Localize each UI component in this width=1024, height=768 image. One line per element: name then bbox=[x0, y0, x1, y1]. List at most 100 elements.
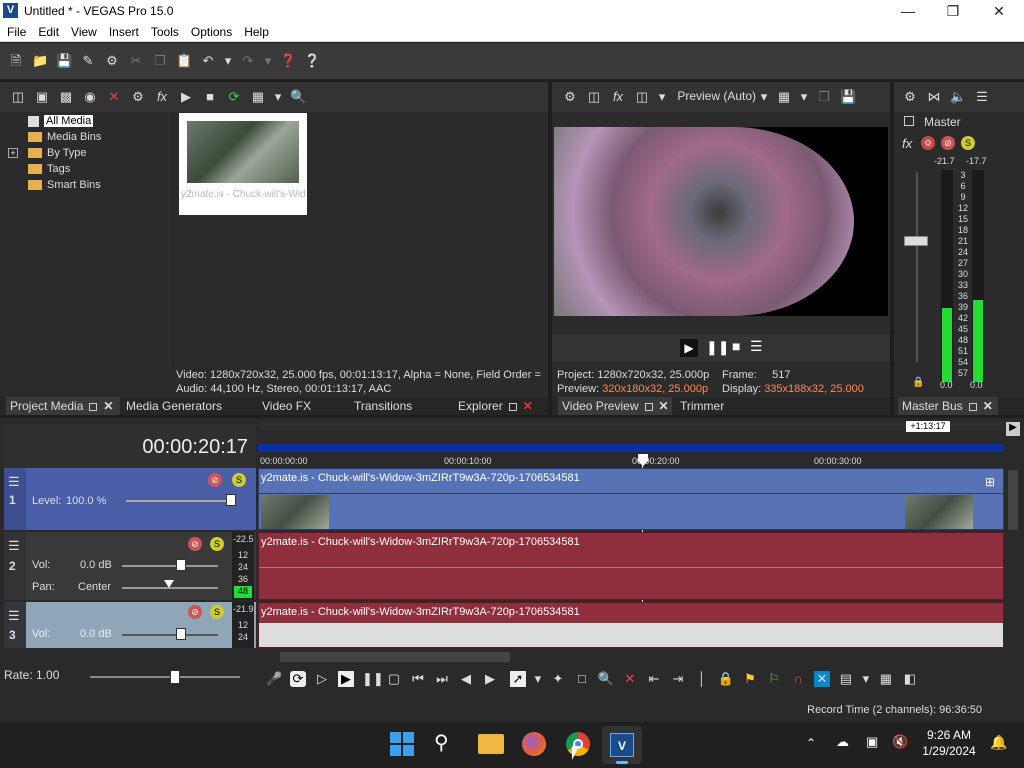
play-icon[interactable]: ▶ bbox=[338, 671, 354, 688]
track-menu-icon[interactable]: ☰ bbox=[8, 608, 20, 624]
vol-slider-thumb[interactable] bbox=[176, 628, 186, 640]
split-dropdown-icon[interactable]: ▾ bbox=[658, 89, 666, 105]
auto-preview-icon[interactable]: ⟳ bbox=[226, 89, 242, 105]
master-downmix-icon[interactable]: ⋈ bbox=[926, 89, 942, 105]
track-3-header[interactable]: ☰ 3 ⊘ S Vol: 0.0 dB -21.9 12 24 bbox=[4, 602, 256, 648]
views-dropdown-icon[interactable]: ▾ bbox=[274, 89, 282, 105]
tab-video-fx[interactable]: Video FX bbox=[258, 397, 348, 415]
redo-icon[interactable]: ↷ bbox=[240, 53, 256, 69]
envelope-tool-icon[interactable]: ✦ bbox=[550, 671, 566, 687]
master-mute-icon[interactable]: ⊘ bbox=[941, 136, 955, 150]
tab-media-generators[interactable]: Media Generators bbox=[122, 397, 252, 415]
vegas-taskbar-button[interactable]: V bbox=[602, 726, 642, 764]
close-icon[interactable]: ✕ bbox=[103, 399, 113, 413]
master-mixer-icon[interactable]: ☰ bbox=[974, 89, 990, 105]
event-pan-crop-icon[interactable]: ⊞ bbox=[985, 475, 995, 489]
preview-play-icon[interactable]: ▶ bbox=[680, 339, 698, 357]
go-to-start-icon[interactable]: ⏮ bbox=[410, 671, 426, 687]
master-fx-icon[interactable]: fx bbox=[902, 136, 912, 151]
undock-icon[interactable] bbox=[89, 402, 98, 411]
track-solo-icon[interactable]: S bbox=[210, 605, 224, 619]
close-icon[interactable]: ✕ bbox=[659, 399, 669, 413]
track-solo-icon[interactable]: S bbox=[210, 537, 224, 551]
track-menu-icon[interactable]: ☰ bbox=[8, 474, 20, 490]
quality-dropdown-icon[interactable]: ▾ bbox=[760, 89, 768, 105]
media-thumbnail[interactable]: y2mate.is - Chuck-will's-Widow-3mZ... bbox=[179, 113, 307, 215]
tab-master-bus[interactable]: Master Bus ✕ bbox=[898, 397, 998, 415]
new-project-icon[interactable]: 🗎 bbox=[8, 53, 24, 69]
menu-edit[interactable]: Edit bbox=[31, 22, 64, 39]
maximize-button[interactable]: ❐ bbox=[930, 0, 976, 22]
trim-end-icon[interactable]: ⇥ bbox=[670, 671, 686, 687]
tree-by-type[interactable]: + By Type bbox=[8, 145, 168, 161]
network-icon[interactable]: ▣ bbox=[866, 734, 878, 750]
vol-slider-thumb[interactable] bbox=[176, 559, 186, 571]
open-folder-icon[interactable]: 📁 bbox=[32, 53, 48, 69]
expand-icon[interactable]: + bbox=[8, 148, 18, 158]
help-icon[interactable]: ❓ bbox=[280, 53, 296, 69]
menu-file[interactable]: File bbox=[0, 22, 31, 39]
close-button[interactable]: ✕ bbox=[976, 0, 1022, 22]
search-icon[interactable]: ⚲ bbox=[434, 730, 449, 755]
master-solo-icon[interactable]: S bbox=[961, 136, 975, 150]
tree-smart-bins[interactable]: Smart Bins bbox=[8, 177, 168, 193]
master-checkbox[interactable] bbox=[904, 116, 914, 126]
tab-trimmer[interactable]: Trimmer bbox=[676, 397, 756, 415]
preview-pause-icon[interactable]: ❚❚ bbox=[706, 339, 729, 356]
play-media-icon[interactable]: ▶ bbox=[178, 89, 194, 105]
delete-icon[interactable]: ✕ bbox=[622, 671, 638, 687]
render-icon[interactable]: ✎ bbox=[80, 53, 96, 69]
firefox-icon[interactable] bbox=[522, 732, 546, 756]
menu-view[interactable]: View bbox=[64, 22, 102, 39]
menu-help[interactable]: Help bbox=[237, 22, 274, 39]
pause-icon[interactable]: ❚❚ bbox=[362, 671, 384, 687]
web-media-icon[interactable]: ◉ bbox=[82, 89, 98, 105]
marker-insert-icon[interactable]: ⚑ bbox=[742, 671, 758, 687]
vertical-scroll-thumb[interactable] bbox=[1008, 470, 1018, 530]
auto-crossfade-icon[interactable]: ✕ bbox=[813, 671, 830, 688]
track-menu-icon[interactable]: ☰ bbox=[8, 538, 20, 554]
copy-icon[interactable]: ❐ bbox=[152, 53, 168, 69]
import-media-icon[interactable]: ◫ bbox=[10, 89, 26, 105]
ripple-edit-icon[interactable]: ▤ bbox=[838, 671, 854, 687]
preview-device-icon[interactable]: ◫ bbox=[586, 89, 602, 105]
tab-project-media[interactable]: Project Media ✕ bbox=[6, 397, 120, 415]
undo-dropdown-icon[interactable]: ▾ bbox=[224, 53, 232, 69]
preview-quality-dropdown[interactable]: Preview (Auto) bbox=[677, 89, 756, 103]
lock-icon[interactable]: 🔒 bbox=[912, 377, 924, 388]
copy-snapshot-icon[interactable]: ❐ bbox=[816, 89, 832, 105]
track-2-header[interactable]: ☰ 2 ⊘ S Vol: 0.0 dB Pan: Center -22.5 12… bbox=[4, 532, 256, 600]
capture-icon[interactable]: ▣ bbox=[34, 89, 50, 105]
remove-media-icon[interactable]: ✕ bbox=[106, 89, 122, 105]
tree-tags[interactable]: Tags bbox=[8, 161, 168, 177]
rate-slider-thumb[interactable] bbox=[170, 670, 180, 684]
overlays-grid-icon[interactable]: ▦ bbox=[776, 89, 792, 105]
cut-icon[interactable]: ✂ bbox=[128, 53, 144, 69]
vertical-scrollbar[interactable] bbox=[1006, 454, 1022, 648]
tree-media-bins[interactable]: Media Bins bbox=[8, 129, 168, 145]
undo-icon[interactable]: ↶ bbox=[200, 53, 216, 69]
show-hidden-icons[interactable]: ⌃ bbox=[806, 736, 816, 750]
menu-insert[interactable]: Insert bbox=[102, 22, 144, 39]
master-properties-icon[interactable]: ⚙ bbox=[902, 89, 918, 105]
tab-explorer[interactable]: Explorer ✕ bbox=[454, 397, 548, 415]
play-from-start-icon[interactable]: ▷ bbox=[314, 671, 330, 687]
region-insert-icon[interactable]: ⚐ bbox=[766, 671, 782, 687]
search-icon[interactable]: 🔍 bbox=[290, 89, 306, 105]
onedrive-icon[interactable]: ☁ bbox=[836, 734, 849, 750]
next-frame-icon[interactable]: ▶ bbox=[482, 671, 498, 687]
video-fx-icon[interactable]: fx bbox=[610, 89, 626, 105]
undock-icon[interactable] bbox=[968, 402, 977, 411]
marker-icon[interactable]: ▶ bbox=[1006, 422, 1020, 436]
record-icon[interactable]: 🎤 bbox=[266, 671, 282, 687]
clock-time[interactable]: 9:26 AM bbox=[914, 728, 984, 742]
volume-muted-icon[interactable]: 🔇 bbox=[892, 734, 908, 750]
video-clip-track-1[interactable]: y2mate.is - Chuck-will's-Widow-3mZIRrT9w… bbox=[258, 468, 1004, 530]
close-icon[interactable]: ✕ bbox=[523, 399, 533, 413]
time-ruler[interactable]: 00:00:00:00 00:00:10:00 00:00:20:00 00:0… bbox=[258, 452, 1004, 468]
audio-clip-track-3[interactable]: y2mate.is - Chuck-will's-Widow-3mZIRrT9w… bbox=[258, 602, 1004, 648]
edit-tool-icon[interactable]: ➚ bbox=[509, 671, 526, 688]
redo-dropdown-icon[interactable]: ▾ bbox=[264, 53, 272, 69]
track-1-header[interactable]: ☰ 1 ⊘ S Level: 100.0 % bbox=[4, 468, 256, 530]
go-to-end-icon[interactable]: ⏭ bbox=[434, 671, 450, 687]
